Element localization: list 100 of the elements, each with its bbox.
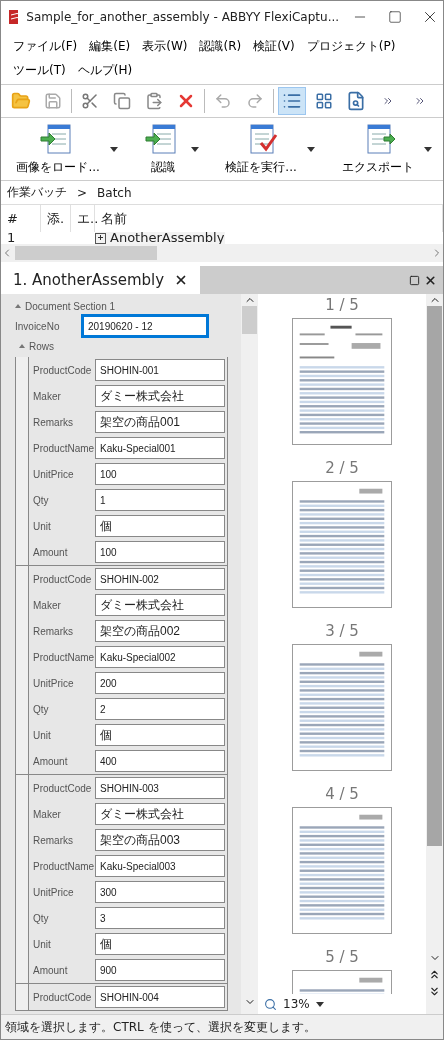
field-label: ProductName: [32, 860, 95, 872]
input-field[interactable]: 個: [95, 724, 225, 746]
dropdown-caret-icon[interactable]: [190, 146, 199, 152]
close-icon[interactable]: [424, 273, 437, 287]
field-label: Unit: [32, 729, 52, 741]
section-title: Document Section 1: [25, 300, 116, 312]
menu-item[interactable]: 検証(V): [247, 34, 301, 58]
field-label: Maker: [32, 390, 62, 402]
dropdown-caret-icon[interactable]: [315, 1001, 324, 1007]
input-field[interactable]: ダミー株式会社: [95, 594, 225, 616]
app-logo-icon: [9, 9, 19, 24]
collapse-icon[interactable]: [15, 304, 21, 308]
page-thumbnail[interactable]: [292, 318, 392, 445]
page-thumbnail[interactable]: [292, 644, 392, 771]
input-field[interactable]: 3: [95, 907, 225, 929]
input-field[interactable]: 架空の商品002: [95, 620, 225, 642]
field-label: Qty: [32, 703, 50, 715]
row-selector[interactable]: [16, 984, 29, 1010]
input-field[interactable]: 個: [95, 515, 225, 537]
input-field[interactable]: SHOHIN-003: [95, 777, 225, 799]
input-field[interactable]: 架空の商品003: [95, 829, 225, 851]
collapse-icon[interactable]: [19, 344, 25, 348]
input-field[interactable]: 2: [95, 698, 225, 720]
menu-item[interactable]: 認識(R): [193, 34, 248, 58]
breadcrumb-item[interactable]: Batch: [97, 185, 132, 200]
page-label: 3 / 5: [325, 622, 359, 640]
menu-item[interactable]: 表示(W): [136, 34, 194, 58]
field-label: UnitPrice: [32, 468, 75, 480]
input-field[interactable]: SHOHIN-004: [95, 986, 225, 1008]
expand-icon[interactable]: [95, 232, 106, 244]
input-field[interactable]: Kaku-Special002: [95, 646, 225, 668]
input-field[interactable]: 100: [95, 541, 225, 563]
previous-page-icon[interactable]: [428, 968, 441, 981]
zoom-icon[interactable]: [264, 997, 277, 1011]
scrollbar-thumb[interactable]: [15, 246, 157, 260]
maximize-icon[interactable]: [409, 274, 420, 286]
field-label: Remarks: [32, 834, 74, 846]
page-label: 2 / 5: [325, 459, 359, 477]
breadcrumb-separator: >: [77, 185, 88, 200]
window-title: Sample_for_another_assembly - ABBYY FlexiCaptu...: [26, 9, 340, 24]
field-label: Maker: [32, 808, 62, 820]
input-field[interactable]: SHOHIN-001: [95, 359, 225, 381]
row-selector[interactable]: [16, 357, 29, 565]
input-field[interactable]: ダミー株式会社: [95, 803, 225, 825]
field-label: ProductName: [32, 651, 95, 663]
field-label: ProductCode: [32, 364, 93, 376]
zoom-level[interactable]: 13%: [283, 997, 310, 1011]
toolbar-button[interactable]: 画像をロード...: [12, 120, 104, 178]
page-label: 1 / 5: [325, 296, 359, 314]
column-header[interactable]: 添.: [41, 205, 71, 232]
breadcrumb-item[interactable]: 作業バッチ: [7, 184, 67, 201]
field-label: UnitPrice: [32, 886, 75, 898]
table-cell: AnotherAssembly: [110, 232, 225, 244]
input-field[interactable]: 架空の商品001: [95, 411, 225, 433]
input-field[interactable]: 200: [95, 672, 225, 694]
menu-item[interactable]: プロジェクト(P): [300, 34, 402, 58]
input-field[interactable]: 100: [95, 463, 225, 485]
menu-item[interactable]: ファイル(F): [7, 34, 84, 58]
input-field[interactable]: Kaku-Special001: [95, 437, 225, 459]
field-label: ProductCode: [32, 782, 93, 794]
input-field[interactable]: ダミー株式会社: [95, 385, 225, 407]
dropdown-caret-icon[interactable]: [423, 146, 432, 152]
input-field[interactable]: 20190620 - 12: [81, 314, 209, 338]
dropdown-caret-icon[interactable]: [109, 146, 118, 152]
page-thumbnail[interactable]: [292, 481, 392, 608]
input-field[interactable]: 900: [95, 959, 225, 981]
menu-item[interactable]: 編集(E): [83, 34, 137, 58]
maximize-icon[interactable]: [388, 9, 403, 24]
input-field[interactable]: 個: [95, 933, 225, 955]
input-field[interactable]: SHOHIN-002: [95, 568, 225, 590]
row-selector[interactable]: [16, 566, 29, 774]
toolbar-button[interactable]: エクスポート: [337, 120, 418, 178]
input-field[interactable]: Kaku-Special003: [95, 855, 225, 877]
menu-item[interactable]: ヘルプ(H): [71, 58, 139, 82]
field-label: Amount: [32, 755, 69, 767]
column-header[interactable]: #: [1, 205, 41, 232]
page-thumbnail[interactable]: [292, 807, 392, 934]
field-label: Remarks: [32, 625, 74, 637]
column-header[interactable]: エ..: [71, 205, 95, 232]
field-label: ProductName: [32, 442, 95, 454]
dropdown-caret-icon[interactable]: [306, 146, 315, 152]
input-field[interactable]: 300: [95, 881, 225, 903]
toolbar-button[interactable]: 認識: [140, 120, 185, 178]
field-label: ProductCode: [32, 573, 93, 585]
field-label: InvoiceNo: [14, 320, 61, 332]
list-view-icon[interactable]: [278, 87, 306, 115]
scrollbar-thumb[interactable]: [427, 306, 442, 846]
input-field[interactable]: 400: [95, 750, 225, 772]
row-selector[interactable]: [16, 775, 29, 983]
field-label: Remarks: [32, 416, 74, 428]
field-label: Qty: [32, 912, 50, 924]
field-label: ProductCode: [32, 991, 93, 1003]
menu-item[interactable]: ツール(T): [7, 58, 72, 82]
toolbar-button[interactable]: 検証を実行...: [221, 120, 301, 178]
input-field[interactable]: 1: [95, 489, 225, 511]
page-label: 4 / 5: [325, 785, 359, 803]
field-label: Unit: [32, 520, 52, 532]
next-page-icon[interactable]: [428, 985, 441, 998]
field-label: Amount: [32, 546, 69, 558]
scrollbar-thumb[interactable]: [242, 306, 257, 334]
